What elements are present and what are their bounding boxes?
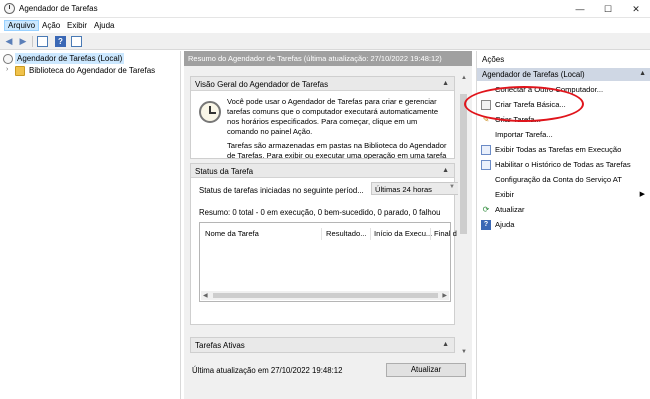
highlight-annotation [464,86,584,122]
action-view[interactable]: Exibir ▶ [477,189,650,201]
help-icon: ? [481,220,491,230]
overview-section: Visão Geral do Agendador de Tarefas ▲ Vo… [190,76,455,159]
tree-item-library[interactable]: › Biblioteca do Agendador de Tarefas [0,65,181,77]
status-summary: Resumo: 0 total - 0 em execução, 0 bem-s… [199,208,441,217]
scroll-left-icon[interactable]: ◀ [203,292,208,299]
column-header-end[interactable]: Final d [434,229,457,238]
actions-group-header[interactable]: Agendador de Tarefas (Local) ▲ [477,68,650,81]
task-status-header[interactable]: Status da Tarefa ▲ [191,164,454,178]
scrollbar-thumb[interactable] [213,293,438,298]
toolbar: ◀ ▶ ? [0,33,650,50]
refresh-button[interactable]: Atualizar [386,363,466,377]
menu-ajuda[interactable]: Ajuda [94,21,114,30]
scroll-up-icon[interactable]: ▲ [461,75,467,81]
action-show-running-tasks[interactable]: Exibir Todas as Tarefas em Execução [477,144,650,156]
action-at-account-config[interactable]: Configuração da Conta do Serviço AT [477,174,650,186]
summary-header: Resumo do Agendador de Tarefas (última a… [184,51,472,66]
actions-group-label: Agendador de Tarefas (Local) [482,70,585,79]
collapse-icon[interactable]: ▲ [639,70,646,77]
action-help[interactable]: ? Ajuda [477,219,650,231]
column-separator [321,228,322,240]
overview-title: Visão Geral do Agendador de Tarefas [195,80,329,89]
active-tasks-section: Tarefas Ativas ▲ [190,337,455,353]
collapse-icon[interactable]: ▲ [442,341,449,348]
menu-arquivo[interactable]: Arquivo [4,20,40,31]
last-update-text: Última atualização em 27/10/2022 19:48:1… [192,366,343,375]
scheduler-clock-icon [3,54,13,64]
console-tree-icon[interactable] [71,36,82,47]
minimize-button[interactable]: — [566,0,594,18]
column-separator [430,228,431,240]
status-period-label: Status de tarefas iniciadas no seguinte … [199,186,364,195]
back-icon[interactable]: ◀ [3,36,15,47]
navigation-tree: Agendador de Tarefas (Local) › Bibliotec… [0,51,181,399]
period-select[interactable]: Últimas 24 horas ▼ [371,182,459,195]
column-header-name[interactable]: Nome da Tarefa [205,229,259,238]
actions-title: Ações [482,55,505,64]
tree-item-root[interactable]: Agendador de Tarefas (Local) [0,53,181,65]
task-status-title: Status da Tarefa [195,167,254,176]
overview-section-header[interactable]: Visão Geral do Agendador de Tarefas ▲ [191,77,454,91]
collapse-icon[interactable]: ▲ [442,167,449,174]
toolbar-separator [32,36,33,47]
active-tasks-header[interactable]: Tarefas Ativas ▲ [191,338,454,352]
action-import-task[interactable]: Importar Tarefa... [477,129,650,141]
scheduler-clock-icon [199,101,221,123]
period-select-value: Últimas 24 horas [375,185,432,194]
horizontal-scrollbar[interactable]: ◀ ▶ [201,291,449,300]
refresh-icon: ⟳ [482,205,490,214]
scheduler-clock-icon [4,3,15,14]
column-header-start[interactable]: Início da Execu... [374,229,432,238]
task-status-table: Nome da Tarefa Resultado... Início da Ex… [199,222,457,302]
console-icon[interactable] [37,36,48,47]
menu-bar: Arquivo Ação Exibir Ajuda [0,19,650,32]
action-enable-history[interactable]: Habilitar o Histórico de Todas as Tarefa… [477,159,650,171]
column-separator [370,228,371,240]
scroll-down-icon[interactable]: ▼ [461,349,467,355]
tree-item-root-label: Agendador de Tarefas (Local) [15,53,125,64]
overview-paragraph-2: Tarefas são armazenadas em pastas na Bib… [227,141,447,159]
window-title: Agendador de Tarefas [19,4,98,13]
title-bar: Agendador de Tarefas — ☐ ✕ [0,0,650,18]
collapse-icon[interactable]: ▲ [442,80,449,87]
menu-exibir[interactable]: Exibir [67,21,87,30]
summary-pane: Resumo do Agendador de Tarefas (última a… [184,51,472,399]
column-header-result[interactable]: Resultado... [326,229,367,238]
chevron-right-icon[interactable]: › [6,66,8,73]
forward-icon[interactable]: ▶ [17,36,29,47]
active-tasks-title: Tarefas Ativas [195,341,245,350]
folder-icon [15,66,25,76]
history-icon [481,160,491,170]
running-tasks-icon [481,145,491,155]
task-status-section: Status da Tarefa ▲ Status de tarefas ini… [190,163,459,325]
vertical-scrollbar[interactable]: ▲ ▼ [458,74,470,356]
scroll-right-icon[interactable]: ▶ [442,292,447,299]
menu-acao[interactable]: Ação [42,21,60,30]
tree-item-library-label: Biblioteca do Agendador de Tarefas [29,66,156,75]
close-button[interactable]: ✕ [622,0,650,18]
chevron-down-icon: ▼ [449,184,455,190]
help-icon[interactable]: ? [55,36,66,47]
overview-paragraph-1: Você pode usar o Agendador de Tarefas pa… [227,97,439,136]
maximize-button[interactable]: ☐ [594,0,622,18]
action-refresh[interactable]: ⟳ Atualizar [477,204,650,216]
scrollbar-thumb[interactable] [460,94,467,234]
submenu-arrow-icon: ▶ [639,191,645,198]
